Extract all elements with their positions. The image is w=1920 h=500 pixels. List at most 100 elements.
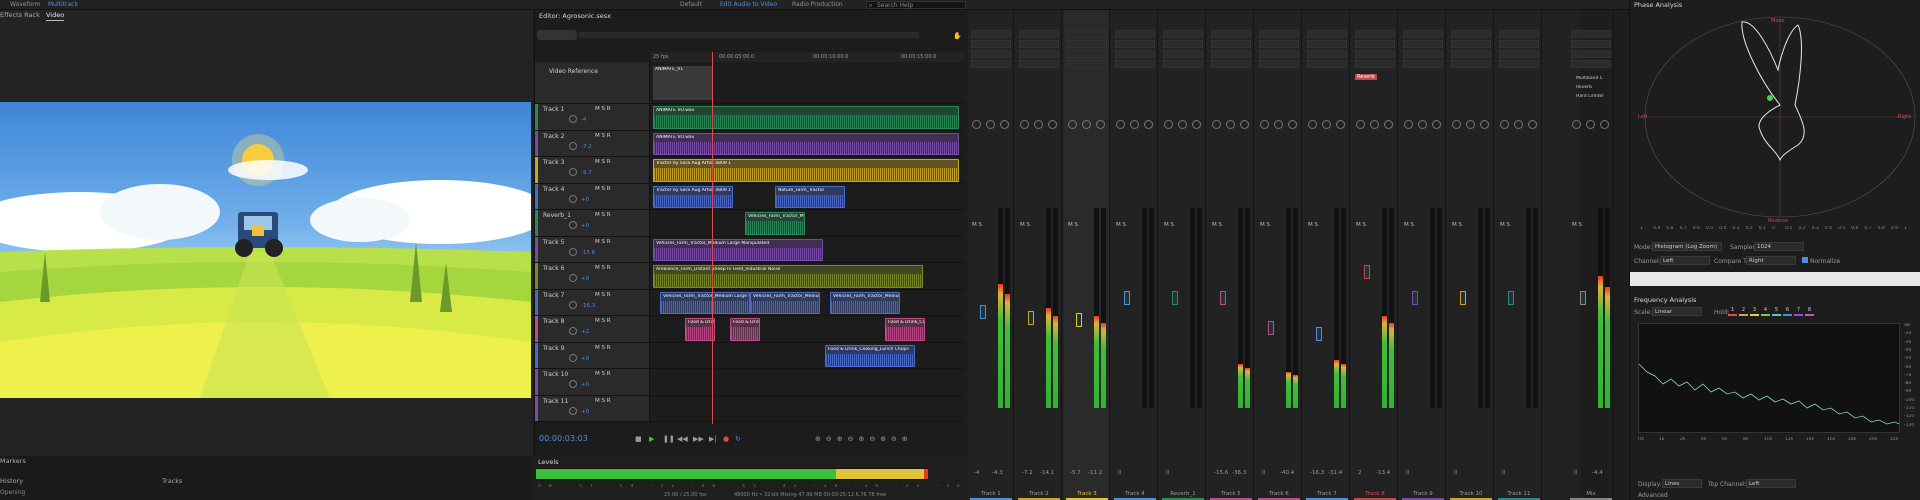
- pan-knob[interactable]: [1020, 120, 1029, 129]
- pan-knob[interactable]: [1226, 120, 1235, 129]
- effect-slot[interactable]: [1307, 30, 1347, 38]
- effect-slot[interactable]: [1571, 50, 1611, 58]
- pan-knob[interactable]: [1418, 120, 1427, 129]
- audio-clip[interactable]: Food & Drink_Cooking_Lunch Chops: [685, 318, 715, 341]
- pan-knob[interactable]: [1384, 120, 1393, 129]
- mode-dropdown[interactable]: Histogram (Log Zoom): [1652, 242, 1722, 251]
- effect-slot[interactable]: [1499, 40, 1539, 48]
- effect-slot[interactable]: [1115, 40, 1155, 48]
- effect-slot[interactable]: [1259, 50, 1299, 58]
- volume-knob[interactable]: [569, 406, 577, 415]
- pan-knob[interactable]: [1240, 120, 1249, 129]
- hold-button[interactable]: 3: [1750, 307, 1759, 316]
- strip-name[interactable]: Track 4: [1112, 491, 1158, 497]
- mute-solo-buttons[interactable]: M S: [1452, 222, 1462, 228]
- effect-slot[interactable]: [1115, 60, 1155, 68]
- playhead[interactable]: [712, 52, 713, 424]
- volume-fader[interactable]: [1028, 311, 1034, 325]
- record-icon[interactable]: ●: [723, 435, 729, 443]
- mute-solo-buttons[interactable]: M S: [1020, 222, 1030, 228]
- tab-history[interactable]: History: [0, 476, 23, 486]
- workspace-radio-production[interactable]: Radio Production: [792, 1, 843, 9]
- effect-slot[interactable]: [1403, 40, 1443, 48]
- audio-clip[interactable]: ANIMATE VO.wav: [653, 132, 959, 155]
- volume-knob[interactable]: [569, 221, 577, 229]
- audio-clip[interactable]: Vehicles_Farm_Tractor_Medium Large Manip…: [660, 291, 750, 314]
- volume-fader[interactable]: [1460, 291, 1466, 305]
- volume-fader[interactable]: [980, 305, 986, 319]
- track-volume-value[interactable]: +0: [581, 223, 589, 229]
- volume-fader[interactable]: [1508, 291, 1514, 305]
- track-name[interactable]: Track 9: [543, 345, 564, 352]
- strip-name[interactable]: Track 5: [1208, 491, 1254, 497]
- scale-dropdown[interactable]: Linear: [1652, 307, 1702, 316]
- effect-slot[interactable]: [1115, 50, 1155, 58]
- mute-solo-buttons[interactable]: M S: [972, 222, 982, 228]
- strip-name[interactable]: Track 7: [1304, 491, 1350, 497]
- workspace-multitrack[interactable]: Multitrack: [48, 1, 78, 9]
- mute-solo-buttons[interactable]: M S: [1500, 222, 1510, 228]
- effect-slot[interactable]: [1355, 60, 1395, 68]
- audio-clip[interactable]: Vehicles_Farm_Tractor_Medium Large Manip…: [653, 238, 823, 261]
- pan-knob[interactable]: [1034, 120, 1043, 129]
- track-name[interactable]: Track 10: [543, 371, 568, 378]
- hold-button[interactable]: 1: [1728, 307, 1737, 316]
- track-name[interactable]: Track 7: [543, 292, 564, 299]
- rewind-icon[interactable]: ◀◀: [677, 435, 688, 443]
- mute-solo-arm-buttons[interactable]: M S R: [595, 133, 611, 139]
- volume-fader[interactable]: [1268, 321, 1274, 335]
- pan-knob[interactable]: [1144, 120, 1153, 129]
- pan-knob[interactable]: [1274, 120, 1283, 129]
- pan-knob[interactable]: [1192, 120, 1201, 129]
- loop-icon[interactable]: ↻: [735, 435, 741, 443]
- volume-knob[interactable]: [569, 141, 577, 150]
- strip-name[interactable]: Track 9: [1400, 491, 1446, 497]
- pan-knob[interactable]: [1500, 120, 1509, 129]
- track-volume-value[interactable]: +0: [581, 356, 589, 362]
- audio-clip[interactable]: Tractor by Sara Aug Artist 4809 1: [653, 185, 733, 208]
- mute-solo-arm-buttons[interactable]: M S R: [595, 371, 611, 377]
- pan-knob[interactable]: [1116, 120, 1125, 129]
- strip-name[interactable]: Track 8: [1352, 491, 1398, 497]
- strip-name[interactable]: Track 3: [1064, 491, 1110, 497]
- track-volume-value[interactable]: -5.7: [581, 170, 592, 176]
- pan-knob[interactable]: [1288, 120, 1297, 129]
- effect-slot[interactable]: [1115, 30, 1155, 38]
- advanced-toggle[interactable]: Advanced: [1638, 492, 1668, 499]
- tab-tracks[interactable]: Tracks: [162, 476, 182, 486]
- track-name[interactable]: Track 4: [543, 186, 564, 193]
- stop-icon[interactable]: ■: [635, 435, 642, 443]
- effect-slot[interactable]: [971, 30, 1011, 38]
- audio-clip[interactable]: Vehicles_Farm_Tractor_Medium Large Manip…: [745, 212, 805, 235]
- effect-slot[interactable]: [1163, 30, 1203, 38]
- fast-forward-icon[interactable]: ▶▶: [693, 435, 704, 443]
- effect-slot[interactable]: [1019, 60, 1059, 68]
- mute-solo-buttons[interactable]: M S: [1068, 222, 1078, 228]
- audio-clip[interactable]: Vehicles_Farm_Tractor_Medium Large Manip…: [830, 291, 900, 314]
- pan-knob[interactable]: [1370, 120, 1379, 129]
- audio-clip[interactable]: Food & Drink_Cooking_Lunch Chops: [730, 318, 760, 341]
- master-effect-label[interactable]: Hard Limiter: [1576, 94, 1610, 99]
- pan-knob[interactable]: [1432, 120, 1441, 129]
- pan-knob[interactable]: [972, 120, 981, 129]
- effect-slot[interactable]: [1451, 50, 1491, 58]
- master-effect-label[interactable]: Multiband C: [1576, 76, 1610, 81]
- mute-solo-buttons[interactable]: M S: [1572, 222, 1582, 228]
- pan-knob[interactable]: [1356, 120, 1365, 129]
- effect-slot[interactable]: [1211, 30, 1251, 38]
- effect-slot[interactable]: [1355, 50, 1395, 58]
- workspace-default[interactable]: Default: [680, 1, 702, 9]
- channel-dropdown[interactable]: Left: [1660, 256, 1710, 265]
- pan-knob[interactable]: [1586, 120, 1595, 129]
- effect-slot[interactable]: [1211, 60, 1251, 68]
- track-volume-value[interactable]: -7.2: [581, 144, 592, 150]
- pan-knob[interactable]: [1600, 120, 1609, 129]
- track-volume-value[interactable]: +0: [581, 382, 589, 388]
- play-icon[interactable]: ▶: [649, 435, 654, 443]
- effect-slot[interactable]: [1355, 30, 1395, 38]
- effect-slot[interactable]: [1307, 60, 1347, 68]
- pan-knob[interactable]: [1572, 120, 1581, 129]
- video-clip[interactable]: ANIMATE_V1: [653, 66, 713, 100]
- effect-slot[interactable]: [1499, 60, 1539, 68]
- mute-solo-buttons[interactable]: M S: [1404, 222, 1414, 228]
